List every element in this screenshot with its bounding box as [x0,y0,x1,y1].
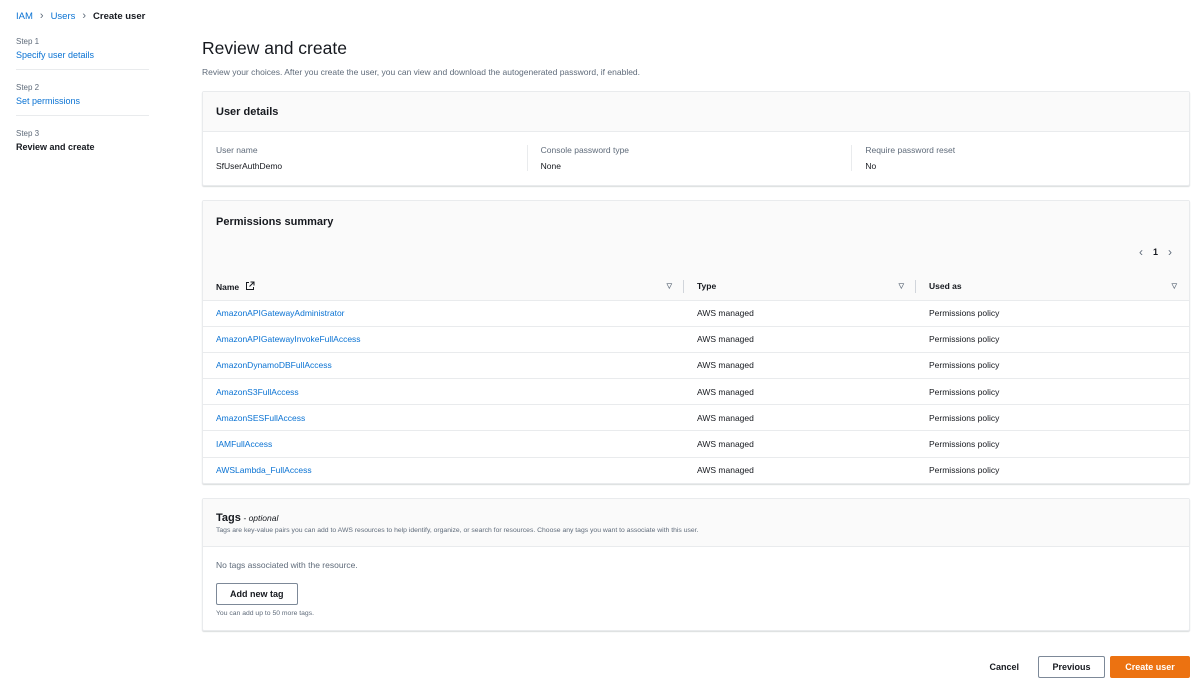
field-label: Require password reset [865,145,956,155]
user-details-title: User details [216,105,279,118]
step-1: Step 1 Specify user details [16,37,149,70]
table-row: AmazonAPIGatewayAdministrator AWS manage… [203,300,1189,327]
tags-description: Tags are key-value pairs you can add to … [216,527,699,535]
policy-used-as: Permissions policy [916,300,1189,327]
cancel-button[interactable]: Cancel [975,656,1033,678]
table-row: AmazonSESFullAccess AWS managed Permissi… [203,404,1189,432]
chevron-left-icon[interactable]: ‹ [1139,246,1143,258]
column-label: Name [216,281,240,292]
column-header-name[interactable]: Name ▽ [203,273,684,301]
step-number: Step 3 [16,129,40,138]
tags-optional-label: - optional [243,513,279,524]
require-password-reset-field: Require password reset No [851,145,1176,171]
policy-type: AWS managed [684,300,916,327]
external-link-icon [245,281,255,290]
chevron-right-icon: › [39,10,44,22]
policy-type: AWS managed [697,465,754,476]
policy-link[interactable]: AmazonS3FullAccess [216,387,299,397]
policy-type: AWS managed [684,430,916,458]
permissions-summary-panel: Permissions summary ‹ 1 › Name ▽ Type ▽ … [202,200,1190,485]
policy-link[interactable]: AmazonAPIGatewayInvokeFullAccess [216,334,361,344]
user-name-field: User name SfUserAuthDemo [216,145,527,171]
tags-header: Tags - optional Tags are key-value pairs… [203,499,1189,548]
field-value: No [865,161,877,171]
step-number: Step 1 [16,37,40,46]
step-label-review-and-create: Review and create [16,142,95,152]
permissions-title: Permissions summary [216,216,334,228]
field-label: User name [216,145,258,155]
permissions-table: Name ▽ Type ▽ Used as ▽ AmazonAPIGateway… [203,273,1189,483]
user-details-body: User name SfUserAuthDemo Console passwor… [203,132,1189,185]
policy-used-as: Permissions policy [916,430,1189,458]
sort-caret-icon[interactable]: ▽ [667,282,672,290]
policy-used-as: Permissions policy [916,378,1189,406]
policy-link[interactable]: AmazonSESFullAccess [216,413,305,423]
policy-link[interactable]: AmazonDynamoDBFullAccess [216,360,332,370]
breadcrumb-iam[interactable]: IAM [16,11,33,22]
console-password-type-field: Console password type None [526,145,852,171]
breadcrumb: IAM › Users › Create user [16,10,146,23]
create-user-button[interactable]: Create user [1110,656,1190,678]
previous-button[interactable]: Previous [1038,656,1105,678]
policy-link[interactable]: AmazonAPIGatewayAdministrator [216,308,345,318]
column-header-type[interactable]: Type ▽ [684,273,916,301]
policy-used-as: Permissions policy [916,352,1189,380]
policy-type: AWS managed [684,352,916,380]
table-row: AmazonAPIGatewayInvokeFullAccess AWS man… [203,326,1189,353]
main-content: Review and create Review your choices. A… [202,38,1190,645]
policy-used-as: Permissions policy [916,404,1189,432]
sort-caret-icon[interactable]: ▽ [899,282,904,290]
table-row: AmazonS3FullAccess AWS managed Permissio… [203,378,1189,406]
tags-title: Tags [216,512,241,525]
policy-used-as: Permissions policy [929,465,1000,476]
user-details-header: User details [203,92,1189,132]
column-label: Used as [929,281,962,292]
wizard-steps: Step 1 Specify user details Step 2 Set p… [16,37,149,174]
policy-type: AWS managed [684,326,916,353]
pagination: ‹ 1 › [1139,246,1172,258]
no-tags-message: No tags associated with the resource. [216,560,358,571]
table-row: AWSLambda_FullAccess AWS managed Permiss… [203,457,1189,483]
field-value: SfUserAuthDemo [216,161,283,171]
step-link-specify-user-details[interactable]: Specify user details [16,50,94,60]
page-number[interactable]: 1 [1153,247,1158,257]
user-details-panel: User details User name SfUserAuthDemo Co… [202,91,1190,186]
step-link-set-permissions[interactable]: Set permissions [16,96,80,106]
table-row: IAMFullAccess AWS managed Permissions po… [203,430,1189,458]
permissions-header: Permissions summary ‹ 1 › [203,201,1189,273]
page-description: Review your choices. After you create th… [202,67,641,77]
page-title: Review and create [202,38,347,58]
table-row: AmazonDynamoDBFullAccess AWS managed Per… [203,352,1189,380]
policy-type: AWS managed [684,378,916,406]
tags-limit-hint: You can add up to 50 more tags. [216,610,314,618]
tags-body: No tags associated with the resource. Ad… [203,547,1189,630]
column-header-used-as[interactable]: Used as ▽ [916,273,1189,301]
tags-heading: Tags - optional [216,512,1176,524]
add-new-tag-button[interactable]: Add new tag [216,583,298,606]
wizard-footer: Cancel Previous Create user [975,656,1190,678]
tags-panel: Tags - optional Tags are key-value pairs… [202,498,1190,632]
step-3: Step 3 Review and create [16,129,149,161]
step-number: Step 2 [16,83,40,92]
sort-caret-icon[interactable]: ▽ [1172,282,1177,290]
policy-type: AWS managed [684,404,916,432]
field-label: Console password type [540,145,630,155]
breadcrumb-current: Create user [93,11,146,22]
step-2: Step 2 Set permissions [16,83,149,116]
field-value: None [540,161,561,171]
chevron-right-icon[interactable]: › [1168,246,1172,258]
chevron-right-icon: › [82,10,87,22]
column-label: Type [697,281,717,292]
policy-link[interactable]: IAMFullAccess [216,439,272,449]
policy-used-as: Permissions policy [916,326,1189,353]
policy-link[interactable]: AWSLambda_FullAccess [216,465,312,475]
breadcrumb-users[interactable]: Users [51,11,76,22]
